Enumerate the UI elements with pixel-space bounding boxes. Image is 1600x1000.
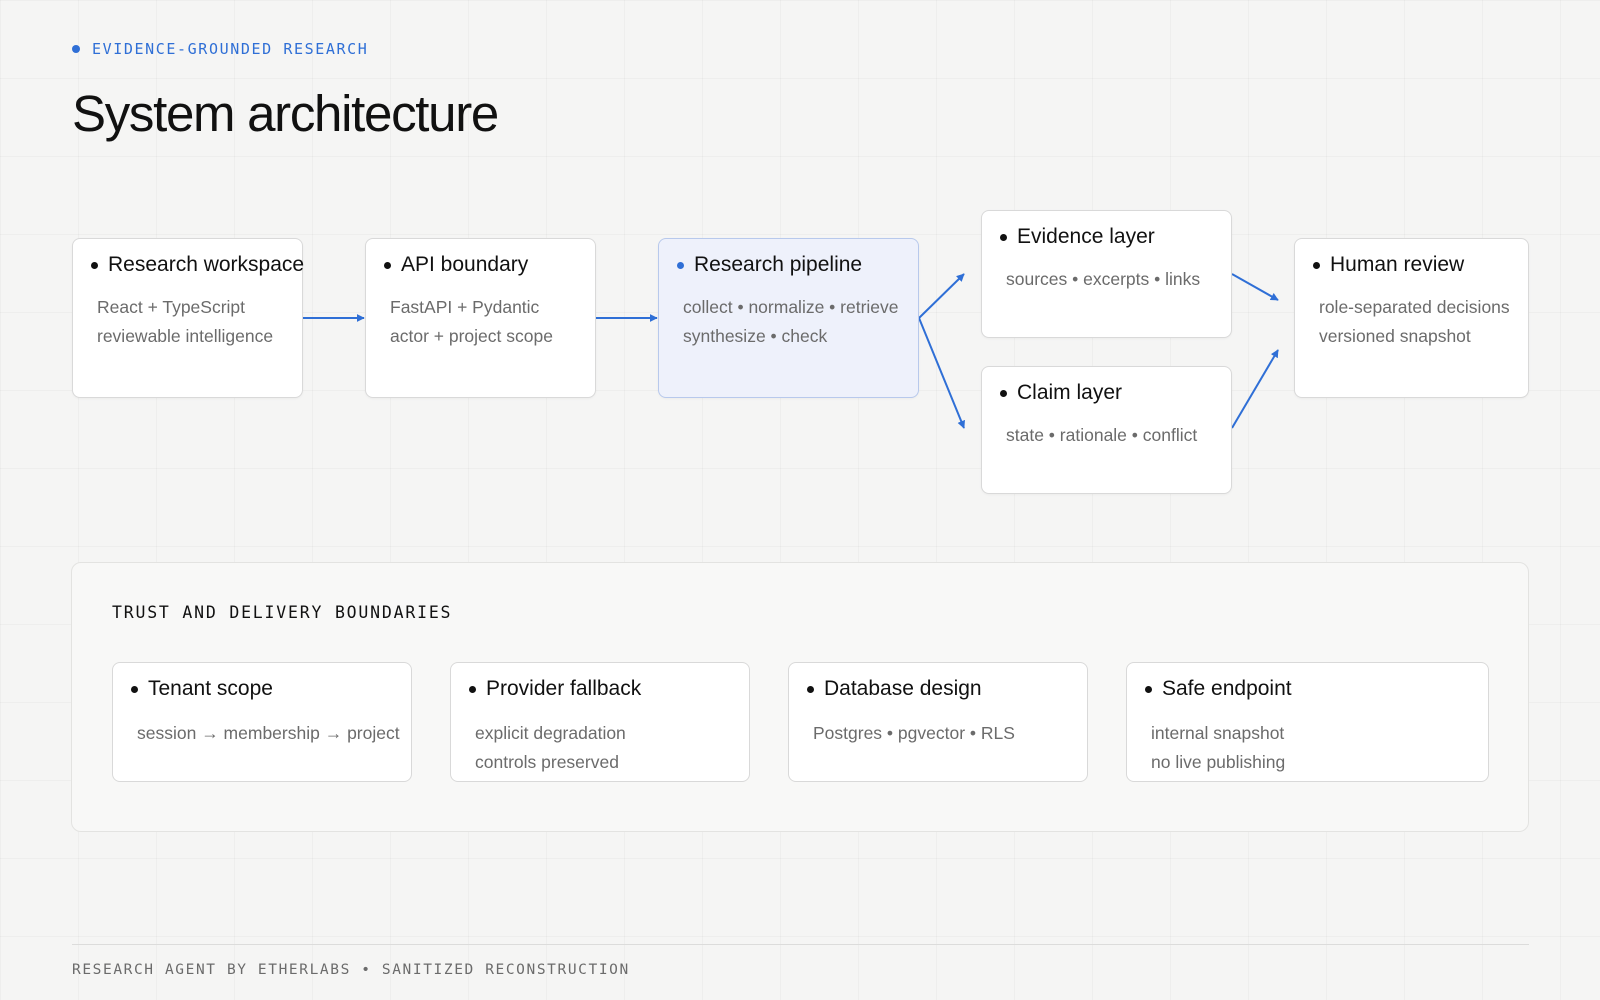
node-title: API boundary: [401, 253, 529, 276]
node-research-workspace: Research workspace React + TypeScript rev…: [72, 238, 305, 398]
card-tenant-scope: Tenant scope session → membership → proj…: [112, 662, 412, 782]
card-line: internal snapshot: [1151, 723, 1285, 743]
card-title: Tenant scope: [148, 677, 273, 700]
node-title: Evidence layer: [1017, 225, 1155, 248]
card-provider-fallback: Provider fallback explicit degradation co…: [450, 662, 750, 782]
card-line: no live publishing: [1151, 752, 1286, 772]
bullet-icon: [91, 261, 98, 269]
node-line: actor + project scope: [390, 326, 553, 346]
node-line: FastAPI + Pydantic: [390, 297, 540, 317]
footer-text: RESEARCH AGENT BY ETHERLABS • SANITIZED …: [72, 962, 630, 978]
node-title: Research workspace: [108, 253, 305, 276]
bullet-icon: [469, 685, 476, 693]
node-line: React + TypeScript: [97, 297, 246, 317]
trust-boundaries-panel: TRUST AND DELIVERY BOUNDARIES Tenant sco…: [71, 562, 1529, 832]
card-title: Provider fallback: [486, 677, 642, 700]
node-line: role-separated decisions: [1319, 297, 1510, 317]
node-human-review: Human review role-separated decisions ver…: [1294, 238, 1529, 398]
card-title: Database design: [824, 677, 982, 700]
bullet-icon: [1000, 233, 1007, 241]
card-line: explicit degradation: [475, 723, 626, 743]
node-line: versioned snapshot: [1319, 326, 1471, 346]
node-line: reviewable intelligence: [97, 326, 274, 346]
bullet-icon: [1145, 685, 1152, 693]
bullet-icon: [807, 685, 814, 693]
node-line: state • rationale • conflict: [1006, 425, 1198, 445]
flow-arrows: [303, 273, 1279, 429]
arrow-claim-to-review: [1231, 349, 1279, 429]
card-database-design: Database design Postgres • pgvector • RL…: [788, 662, 1088, 782]
node-line: synthesize • check: [683, 326, 828, 346]
boundaries-title: TRUST AND DELIVERY BOUNDARIES: [112, 603, 453, 622]
arrow-pipeline-to-evidence: [918, 273, 965, 319]
card-line: Postgres • pgvector • RLS: [813, 723, 1015, 743]
card-line: session → membership → project: [137, 723, 400, 743]
node-title: Human review: [1330, 253, 1465, 276]
card-title: Safe endpoint: [1162, 677, 1292, 700]
card-line: controls preserved: [475, 752, 619, 772]
arrow-evidence-to-review: [1231, 273, 1279, 301]
node-evidence-layer: Evidence layer sources • excerpts • link…: [981, 210, 1232, 338]
node-api-boundary: API boundary FastAPI + Pydantic actor + p…: [365, 238, 596, 398]
bullet-icon: [1000, 389, 1007, 397]
bullet-icon: [384, 261, 391, 269]
node-title: Research pipeline: [694, 253, 863, 276]
bullet-icon: [1313, 261, 1320, 269]
node-research-pipeline: Research pipeline collect • normalize • …: [658, 238, 919, 398]
card-safe-endpoint: Safe endpoint internal snapshot no live p…: [1126, 662, 1489, 782]
bullet-icon: [677, 261, 684, 269]
node-title: Claim layer: [1017, 381, 1123, 404]
node-line: sources • excerpts • links: [1006, 269, 1201, 289]
node-claim-layer: Claim layer state • rationale • conflict: [981, 366, 1232, 494]
arrow-pipeline-to-claim: [918, 317, 965, 429]
bullet-icon: [131, 685, 138, 693]
node-line: collect • normalize • retrieve: [683, 297, 899, 317]
footer-divider: [72, 944, 1529, 945]
